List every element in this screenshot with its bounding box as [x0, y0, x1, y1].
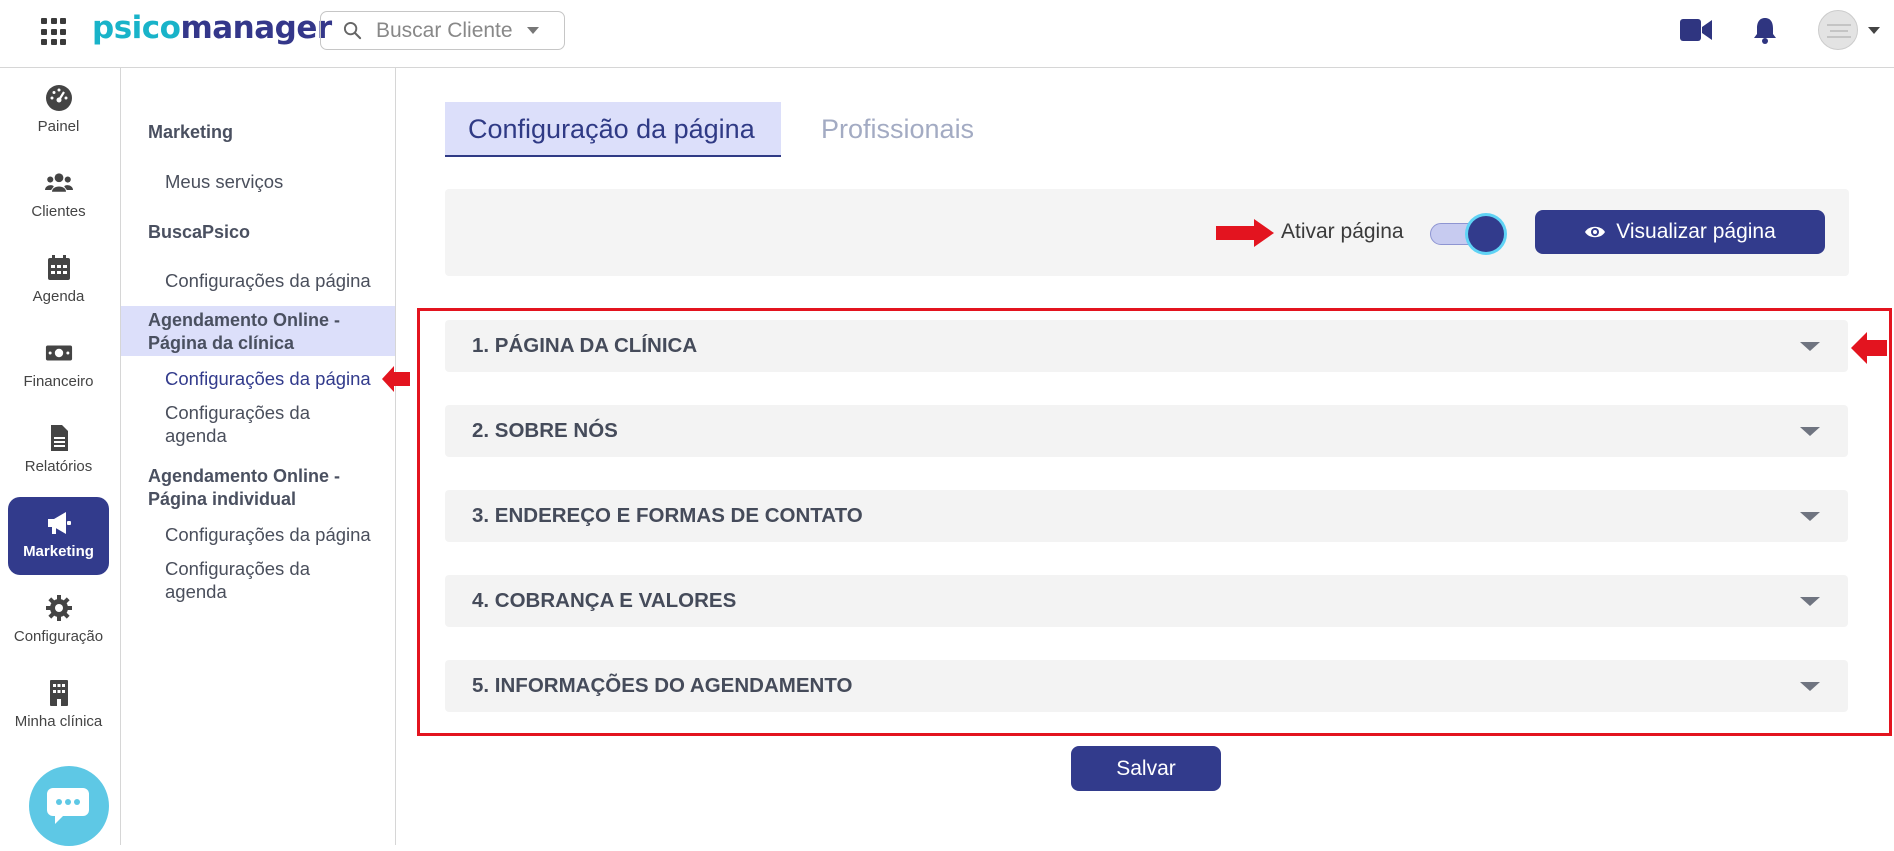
chevron-down-icon	[526, 27, 539, 34]
video-call-icon[interactable]	[1680, 19, 1712, 41]
logo-part-2: manager	[180, 10, 332, 46]
submenu-link-meus-servicos[interactable]: Meus serviços	[165, 170, 283, 193]
section-cobranca-valores[interactable]: 4. COBRANÇA E VALORES	[445, 575, 1848, 627]
search-placeholder: Buscar Cliente	[376, 18, 513, 42]
marketing-submenu: Marketing Meus serviços BuscaPsico Confi…	[121, 68, 396, 845]
activate-page-label: Ativar página	[1281, 220, 1404, 243]
annotation-arrow-left	[382, 366, 410, 392]
submenu-link-clinica-config-pagina[interactable]: Configurações da página	[165, 367, 371, 390]
nav-label: Clientes	[31, 203, 86, 220]
nav-painel[interactable]: Painel	[8, 72, 109, 150]
group-title-line: Agendamento Online -	[148, 466, 341, 486]
submenu-link-individual-config-pagina[interactable]: Configurações da página	[165, 523, 371, 546]
users-icon	[44, 173, 73, 192]
chevron-down-icon	[1800, 342, 1820, 351]
group-title-line: Agendamento Online -	[148, 310, 341, 330]
nav-agenda[interactable]: Agenda	[8, 242, 109, 320]
tab-configuracao-pagina[interactable]: Configuração da página	[445, 102, 781, 157]
search-icon	[343, 21, 362, 40]
client-search[interactable]: Buscar Cliente	[320, 11, 565, 50]
report-icon	[50, 425, 68, 451]
section-title: 3. ENDEREÇO E FORMAS DE CONTATO	[472, 504, 863, 527]
money-icon	[45, 345, 72, 361]
nav-label: Configuração	[13, 628, 104, 645]
link-line: Configurações da	[165, 402, 311, 423]
annotation-arrow-right	[1216, 219, 1274, 247]
building-icon	[49, 680, 68, 706]
dashboard-icon	[45, 85, 72, 111]
calendar-icon	[47, 255, 70, 280]
tab-profissionais[interactable]: Profissionais	[798, 102, 997, 157]
section-pagina-clinica[interactable]: 1. PÁGINA DA CLÍNICA	[445, 320, 1848, 372]
top-bar: psicomanager Buscar Cliente	[0, 0, 1894, 68]
submenu-link-buscapsico-config[interactable]: Configurações da página	[165, 269, 371, 292]
nav-label: Financeiro	[23, 373, 94, 390]
nav-label: Marketing	[23, 543, 94, 560]
submenu-link-individual-config-agenda[interactable]: Configurações da agenda	[165, 557, 310, 603]
group-title-line: Página da clínica	[148, 333, 295, 353]
megaphone-icon	[47, 512, 71, 534]
link-line: agenda	[165, 581, 227, 602]
nav-clientes[interactable]: Clientes	[8, 157, 109, 235]
nav-configuracao[interactable]: Configuração	[8, 582, 109, 660]
save-button[interactable]: Salvar	[1071, 746, 1221, 791]
submenu-link-clinica-config-agenda[interactable]: Configurações da agenda	[165, 401, 310, 447]
link-line: agenda	[165, 425, 227, 446]
activate-page-toggle[interactable]	[1430, 216, 1506, 252]
app-logo[interactable]: psicomanager	[92, 10, 332, 46]
nav-label: Painel	[37, 118, 80, 135]
annotation-arrow-left	[1851, 332, 1887, 364]
link-line: Configurações da	[165, 558, 311, 579]
chevron-down-icon	[1800, 427, 1820, 436]
submenu-group-buscapsico: BuscaPsico	[148, 222, 251, 242]
section-title: 4. COBRANÇA E VALORES	[472, 589, 737, 612]
group-title-line: Página individual	[148, 489, 297, 509]
submenu-group-agendamento-individual: Agendamento Online - Página individual	[148, 465, 340, 511]
chevron-down-icon[interactable]	[1868, 27, 1880, 34]
section-informacoes-agendamento[interactable]: 5. INFORMAÇÕES DO AGENDAMENTO	[445, 660, 1848, 712]
nav-label: Relatórios	[24, 458, 93, 475]
section-title: 2. SOBRE NÓS	[472, 419, 618, 442]
section-sobre-nos[interactable]: 2. SOBRE NÓS	[445, 405, 1848, 457]
section-endereco-contato[interactable]: 3. ENDEREÇO E FORMAS DE CONTATO	[445, 490, 1848, 542]
chevron-down-icon	[1800, 682, 1820, 691]
section-title: 1. PÁGINA DA CLÍNICA	[472, 334, 698, 357]
apps-grid-icon[interactable]	[41, 18, 69, 46]
chat-support-button[interactable]	[29, 766, 109, 846]
chevron-down-icon	[1800, 512, 1820, 521]
submenu-group-marketing: Marketing	[148, 122, 234, 142]
nav-financeiro[interactable]: Financeiro	[8, 327, 109, 405]
submenu-group-agendamento-clinica: Agendamento Online - Página da clínica	[148, 309, 340, 355]
section-title: 5. INFORMAÇÕES DO AGENDAMENTO	[472, 674, 853, 697]
nav-minha-clinica[interactable]: Minha clínica	[8, 667, 109, 745]
chevron-down-icon	[1800, 597, 1820, 606]
view-page-label: Visualizar página	[1616, 220, 1776, 243]
main-nav-rail: Painel Clientes Agenda Financeiro Relató…	[0, 68, 121, 845]
toggle-knob	[1468, 216, 1504, 252]
nav-label: Agenda	[32, 288, 85, 305]
bell-icon[interactable]	[1753, 16, 1777, 44]
nav-relatorios[interactable]: Relatórios	[8, 412, 109, 490]
view-page-button[interactable]: Visualizar página	[1535, 210, 1825, 254]
nav-marketing[interactable]: Marketing	[8, 497, 109, 575]
nav-label: Minha clínica	[14, 713, 103, 730]
chat-icon	[47, 788, 89, 824]
gear-icon	[45, 595, 72, 621]
eye-icon	[1585, 226, 1606, 238]
logo-part-1: psico	[92, 10, 181, 46]
user-avatar[interactable]	[1818, 10, 1858, 50]
